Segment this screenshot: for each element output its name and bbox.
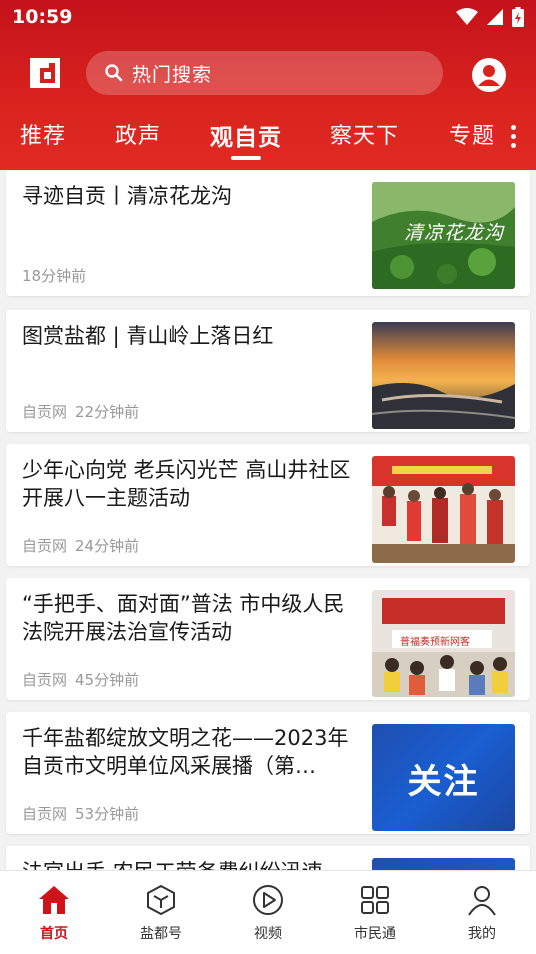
news-time: 53分钟前 [75,805,140,823]
nav-home[interactable]: 首页 [9,883,99,943]
news-title: “手把手、面对面”普法 市中级人民法院开展法治宣传活动 [22,592,345,644]
news-meta: 18分钟前 [22,265,86,286]
news-card[interactable]: 图赏盐都 | 青山岭上落日红 自贡网 22分钟前 [6,310,530,432]
news-card[interactable]: “手把手、面对面”普法 市中级人民法院开展法治宣传活动 自贡网 45分钟前 普福奏… [6,578,530,700]
search-bar[interactable]: 热门搜索 [86,51,443,95]
home-icon [39,886,69,914]
news-thumbnail [372,456,515,563]
tab-politics[interactable]: 政声 [115,118,161,150]
search-placeholder: 热门搜索 [132,63,213,86]
news-thumbnail [372,322,515,429]
active-tab-indicator [231,156,261,160]
news-thumbnail: 普福奏预新网客 [372,590,515,697]
nav-video[interactable]: 视频 [223,883,313,943]
news-time: 22分钟前 [75,403,140,421]
app-logo-icon[interactable] [30,58,60,88]
person-icon [468,886,496,916]
news-card[interactable]: 千年盐都绽放文明之花——2023年自贡市文明单位风采展播（第… 自贡网 53分钟前… [6,712,530,834]
user-avatar-icon[interactable] [471,57,507,93]
more-channels-icon[interactable] [508,125,518,151]
news-list[interactable]: 寻迹自贡丨清凉花龙沟 18分钟前 清凉花龙沟 图赏盐都 | 青山岭上落日红 自贡… [0,170,536,870]
signal-icon [487,9,503,25]
grid-icon [361,886,389,914]
news-meta: 自贡网 53分钟前 [22,803,139,824]
bottom-navigation: 首页 盐都号 视频 市民通 我的 [0,870,536,954]
wifi-icon [456,8,478,25]
thumbnail-caption: 清凉花龙沟 [404,222,505,244]
nav-label: 市民通 [354,926,396,942]
news-title: 少年心向党 老兵闪光芒 高山井社区开展八一主题活动 [22,458,351,510]
search-icon [105,64,123,82]
news-title: 千年盐都绽放文明之花——2023年自贡市文明单位风采展播（第… [22,726,349,778]
news-source: 自贡网 [22,537,68,555]
channel-tabs: 推荐 政声 观自贡 察天下 专题 [0,118,536,162]
news-source: 自贡网 [22,805,68,823]
news-title: 寻迹自贡丨清凉花龙沟 [22,184,232,208]
tab-zigong[interactable]: 观自贡 [210,118,282,152]
tab-topics[interactable]: 专题 [449,118,495,150]
news-time: 18分钟前 [22,267,87,285]
news-meta: 自贡网 45分钟前 [22,669,139,690]
nav-label: 盐都号 [140,926,182,942]
news-source: 自贡网 [22,671,68,689]
news-meta: 自贡网 22分钟前 [22,401,139,422]
status-icons [456,7,524,27]
news-source: 自贡网 [22,403,68,421]
battery-icon [512,7,524,27]
nav-mine[interactable]: 我的 [437,883,527,943]
thumbnail-caption: 普福奏预新网客 [400,637,470,648]
news-thumbnail: 清凉花龙沟 [372,182,515,289]
news-card[interactable]: 法官出手 农民工劳务费纠纷迅速 [6,846,530,870]
cube-icon [147,884,175,916]
tab-world[interactable]: 察天下 [330,118,399,150]
news-thumbnail [372,858,515,870]
status-time: 10:59 [12,6,73,28]
news-card[interactable]: 少年心向党 老兵闪光芒 高山井社区开展八一主题活动 自贡网 24分钟前 [6,444,530,566]
status-bar: 10:59 [0,0,536,36]
play-icon [253,885,283,915]
tab-recommend[interactable]: 推荐 [20,118,66,150]
nav-label: 我的 [468,926,496,942]
app-header: 10:59 热门搜索 推荐 政声 观自贡 察天下 专题 [0,0,536,170]
thumbnail-caption: 关注 [407,762,480,802]
news-title: 图赏盐都 | 青山岭上落日红 [22,324,274,348]
news-card[interactable]: 寻迹自贡丨清凉花龙沟 18分钟前 清凉花龙沟 [6,170,530,296]
nav-label: 视频 [254,926,282,942]
news-time: 45分钟前 [75,671,140,689]
nav-label: 首页 [40,926,68,942]
nav-citizen[interactable]: 市民通 [330,883,420,943]
nav-yandu[interactable]: 盐都号 [116,883,206,943]
news-time: 24分钟前 [75,537,140,555]
news-title: 法官出手 农民工劳务费纠纷迅速 [22,858,358,870]
news-meta: 自贡网 24分钟前 [22,535,139,556]
news-thumbnail: 关注 [372,724,515,831]
